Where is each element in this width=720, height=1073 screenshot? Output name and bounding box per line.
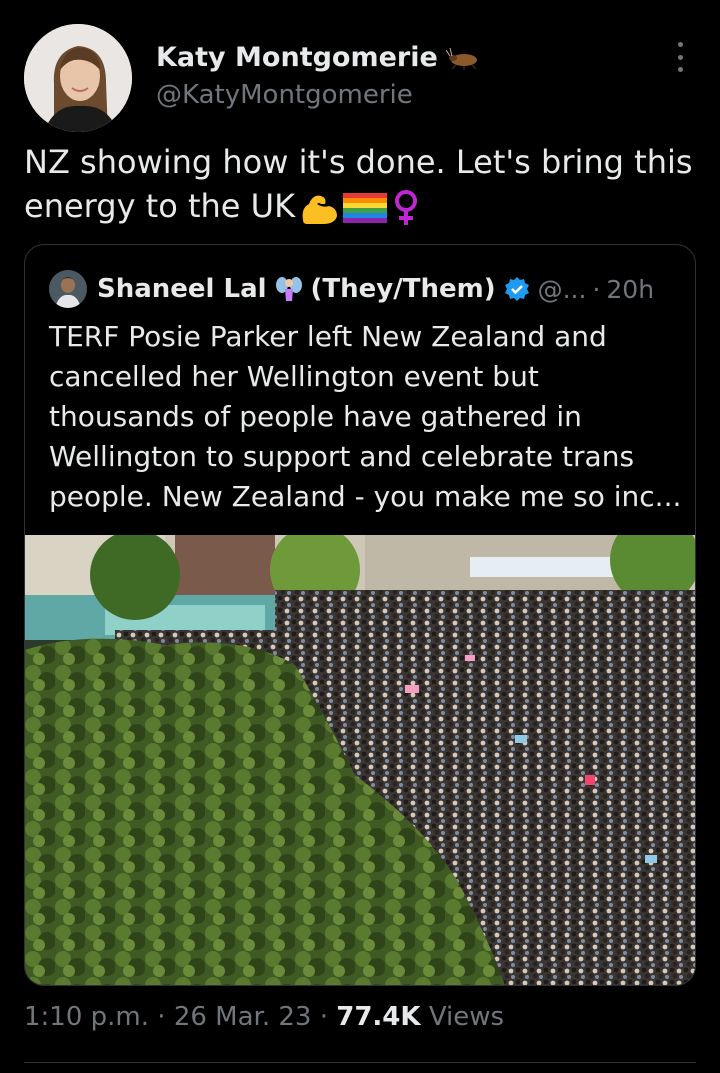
cockroach-emoji xyxy=(445,46,482,70)
rainbow-flag-emoji xyxy=(343,193,388,223)
avatar[interactable] xyxy=(24,24,132,132)
emoji-row xyxy=(299,189,421,227)
views-label: Views xyxy=(428,1002,505,1032)
quoted-timestamp[interactable]: 20h xyxy=(606,275,654,304)
quoted-tweet-header: Shaneel Lal (They/Them) @... · 20h xyxy=(49,269,654,309)
author-name[interactable]: Katy Montgomerie xyxy=(156,42,482,73)
crowd-rally-photo[interactable] xyxy=(25,535,695,985)
tweet-detail: Katy Montgomerie @KatyMontgomerie NZ sho… xyxy=(0,0,720,1073)
quoted-author-handle: @... xyxy=(537,274,587,304)
quoted-tweet[interactable]: Shaneel Lal (They/Them) @... · 20h TERF … xyxy=(24,244,696,986)
meta-separator: · xyxy=(319,1002,328,1032)
quoted-text-line: thousands of people have gathered in xyxy=(49,400,582,433)
quoted-avatar xyxy=(49,270,87,308)
views-count[interactable]: 77.4K xyxy=(336,1002,420,1032)
tweet-text-line-2: energy to the UK xyxy=(24,187,296,225)
fairy-emoji xyxy=(275,277,302,301)
tweet-text-line: NZ showing how it's done. Let's bring th… xyxy=(24,143,693,181)
quoted-tweet-text: TERF Posie Parker left New Zealand and c… xyxy=(49,317,682,517)
quoted-text-line: Wellington to support and celebrate tran… xyxy=(49,440,635,473)
more-options-icon[interactable] xyxy=(668,42,692,72)
quoted-text-line: TERF Posie Parker left New Zealand and xyxy=(49,320,607,353)
meta-separator: · xyxy=(157,1002,166,1032)
divider xyxy=(24,1062,696,1063)
quoted-text-line: people. New Zealand - you make me so inc… xyxy=(49,480,682,513)
quoted-text-line: cancelled her Wellington event but xyxy=(49,360,539,393)
author-name-text: Katy Montgomerie xyxy=(156,42,438,73)
flexed-biceps-emoji xyxy=(302,195,338,224)
header-separator: · xyxy=(592,274,601,304)
post-date[interactable]: 26 Mar. 23 xyxy=(174,1002,312,1032)
quoted-author-name: Shaneel Lal xyxy=(97,274,267,304)
tweet-text-line: energy to the UK xyxy=(24,184,704,228)
verified-badge-icon xyxy=(504,277,529,301)
tweet-meta: 1:10 p.m. · 26 Mar. 23 · 77.4K Views xyxy=(24,1002,504,1032)
author-handle[interactable]: @KatyMontgomerie xyxy=(156,80,413,110)
female-sign-emoji xyxy=(395,190,418,225)
tweet-text: NZ showing how it's done. Let's bring th… xyxy=(24,140,704,228)
quoted-author-pronouns: (They/Them) xyxy=(310,274,496,304)
post-time[interactable]: 1:10 p.m. xyxy=(24,1002,149,1032)
